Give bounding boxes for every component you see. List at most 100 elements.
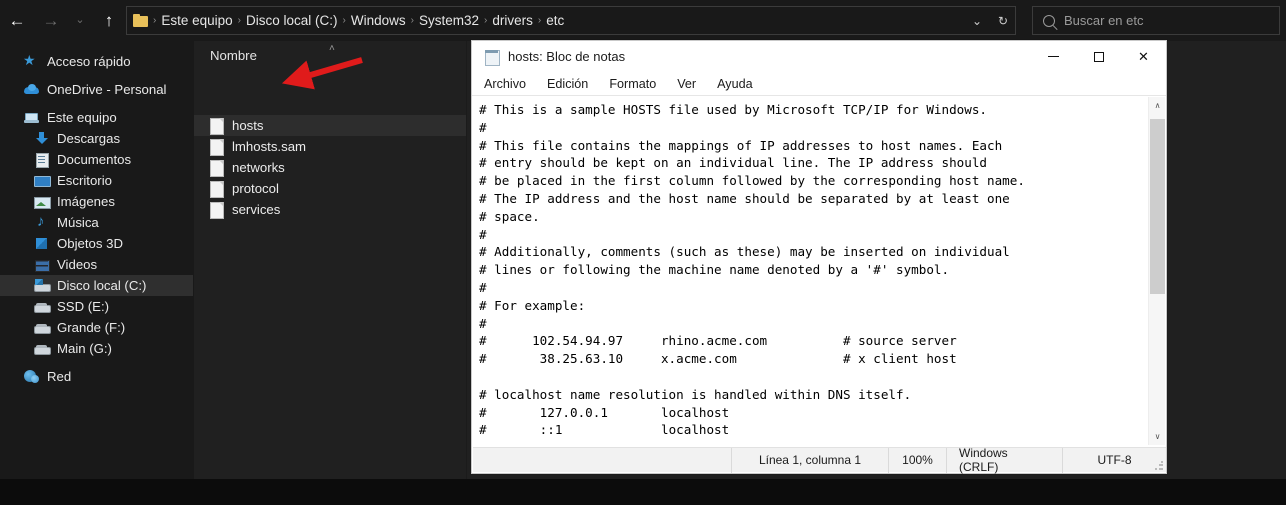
breadcrumb-item-5[interactable]: etc: [542, 13, 568, 28]
chevron-down-icon[interactable]: ⌄: [964, 7, 990, 34]
sidebar-item-label: Descargas: [57, 131, 121, 146]
sidebar-item-label: OneDrive - Personal: [47, 82, 167, 97]
text-line: # localhost name resolution is handled w…: [479, 386, 912, 402]
notepad-title-bar[interactable]: hosts: Bloc de notas ✕: [472, 41, 1166, 72]
text-line: [479, 368, 1149, 386]
menu-archivo[interactable]: Archivo: [484, 77, 526, 91]
table-row[interactable]: networks: [194, 157, 466, 178]
file-name: hosts: [232, 118, 264, 133]
file-name: lmhosts.sam: [232, 139, 307, 154]
sidebar-item-label: Grande (F:): [57, 320, 126, 335]
sidebar-item-label: Escritorio: [57, 173, 112, 188]
sidebar-item-objetos-3d[interactable]: Objetos 3D: [0, 233, 193, 254]
text-line: # The IP address and the host name shoul…: [479, 190, 1010, 206]
videos-icon: [34, 257, 50, 273]
hard-drive-icon: [34, 320, 51, 336]
scroll-down-icon[interactable]: ∨: [1149, 428, 1166, 445]
folder-icon: [133, 14, 148, 27]
up-button[interactable]: ↑: [92, 3, 126, 39]
notepad-window: hosts: Bloc de notas ✕ Archivo Edición F…: [471, 40, 1167, 474]
breadcrumb[interactable]: › Este equipo › Disco local (C:) › Windo…: [126, 6, 1016, 35]
sidebar-item-ssd-e[interactable]: SSD (E:): [0, 296, 193, 317]
forward-button[interactable]: →: [34, 3, 68, 39]
search-icon: [1043, 14, 1055, 27]
desktop-background: [0, 479, 1286, 505]
notepad-scrollbar[interactable]: ∧ ∨: [1148, 97, 1165, 445]
sidebar-item-onedrive[interactable]: OneDrive - Personal: [0, 79, 193, 100]
table-row[interactable]: services: [194, 199, 466, 220]
scrollbar-thumb[interactable]: [1150, 119, 1165, 294]
hard-drive-icon: [34, 299, 51, 315]
breadcrumb-item-1[interactable]: Disco local (C:): [242, 13, 342, 28]
back-button[interactable]: ←: [0, 3, 34, 39]
address-bar-controls: ⌄ ↻: [964, 6, 1016, 35]
menu-ver[interactable]: Ver: [677, 77, 696, 91]
desktop-icon: [34, 173, 51, 189]
table-row[interactable]: hosts: [194, 115, 466, 136]
sidebar-item-imagenes[interactable]: Imágenes: [0, 191, 193, 212]
status-encoding: UTF-8: [1062, 447, 1166, 473]
sidebar-item-grande-f[interactable]: Grande (F:): [0, 317, 193, 338]
recent-locations-button[interactable]: ⌄: [68, 3, 92, 39]
menu-formato[interactable]: Formato: [609, 77, 656, 91]
sidebar-item-label: Red: [47, 369, 72, 384]
sidebar-item-label: Imágenes: [57, 194, 115, 209]
file-icon: [210, 139, 224, 156]
text-line: # be placed in the first column followed…: [479, 173, 1025, 189]
file-name: networks: [232, 160, 285, 175]
network-icon: [24, 369, 40, 385]
breadcrumb-item-4[interactable]: drivers: [488, 13, 537, 28]
breadcrumb-item-2[interactable]: Windows: [347, 13, 410, 28]
text-line: # This file contains the mappings of IP …: [479, 137, 1003, 153]
column-header-label: Nombre: [210, 47, 257, 63]
column-header-nombre[interactable]: Nombre ˄: [194, 41, 466, 69]
sidebar-item-musica[interactable]: Música: [0, 212, 193, 233]
status-cursor-position: Línea 1, columna 1: [731, 447, 888, 473]
sort-ascending-icon: ˄: [329, 43, 335, 54]
maximize-button[interactable]: [1076, 41, 1121, 72]
sidebar-item-descargas[interactable]: Descargas: [0, 128, 193, 149]
breadcrumb-item-0[interactable]: Este equipo: [157, 13, 236, 28]
text-line: # lines or following the machine name de…: [479, 262, 950, 278]
sidebar-item-label: Documentos: [57, 152, 132, 167]
search-input[interactable]: Buscar en etc: [1032, 6, 1280, 35]
notepad-text-area[interactable]: # This is a sample HOSTS file used by Mi…: [473, 97, 1149, 445]
status-zoom-level: 100%: [888, 447, 946, 473]
text-line: # For example:: [479, 297, 586, 313]
sidebar-item-label: SSD (E:): [57, 299, 110, 314]
text-line: # ::1 localhost: [479, 422, 730, 438]
file-name: protocol: [232, 181, 279, 196]
table-row[interactable]: lmhosts.sam: [194, 136, 466, 157]
sidebar-item-documentos[interactable]: Documentos: [0, 149, 193, 170]
computer-icon: [24, 110, 40, 126]
minimize-button[interactable]: [1031, 41, 1076, 72]
close-button[interactable]: ✕: [1121, 41, 1166, 72]
sidebar-item-este-equipo[interactable]: Este equipo: [0, 107, 193, 128]
refresh-icon[interactable]: ↻: [990, 7, 1016, 34]
sidebar-item-label: Este equipo: [47, 110, 117, 125]
scroll-up-icon[interactable]: ∧: [1149, 97, 1166, 114]
breadcrumb-item-3[interactable]: System32: [415, 13, 483, 28]
sidebar-item-main-g[interactable]: Main (G:): [0, 338, 193, 359]
table-row[interactable]: protocol: [194, 178, 466, 199]
file-icon: [210, 181, 224, 198]
sidebar-item-red[interactable]: Red: [0, 366, 193, 387]
sidebar-item-label: Música: [57, 215, 99, 230]
text-line: # space.: [479, 208, 540, 224]
menu-ayuda[interactable]: Ayuda: [717, 77, 752, 91]
sidebar-item-acceso-rapido[interactable]: Acceso rápido: [0, 51, 193, 72]
file-icon: [210, 118, 224, 135]
pane-divider: [466, 41, 467, 505]
sidebar-item-escritorio[interactable]: Escritorio: [0, 170, 193, 191]
sidebar-item-label: Objetos 3D: [57, 236, 123, 251]
text-line: # 127.0.0.1 localhost: [479, 404, 730, 420]
sidebar-item-disco-local-c[interactable]: Disco local (C:): [0, 275, 193, 296]
window-controls: ✕: [1031, 41, 1166, 72]
text-line: #: [479, 279, 487, 295]
resize-grip[interactable]: [1154, 461, 1164, 471]
text-line: # 102.54.94.97 rhino.acme.com # source s…: [479, 333, 957, 349]
sidebar-item-videos[interactable]: Videos: [0, 254, 193, 275]
menu-edicion[interactable]: Edición: [547, 77, 588, 91]
